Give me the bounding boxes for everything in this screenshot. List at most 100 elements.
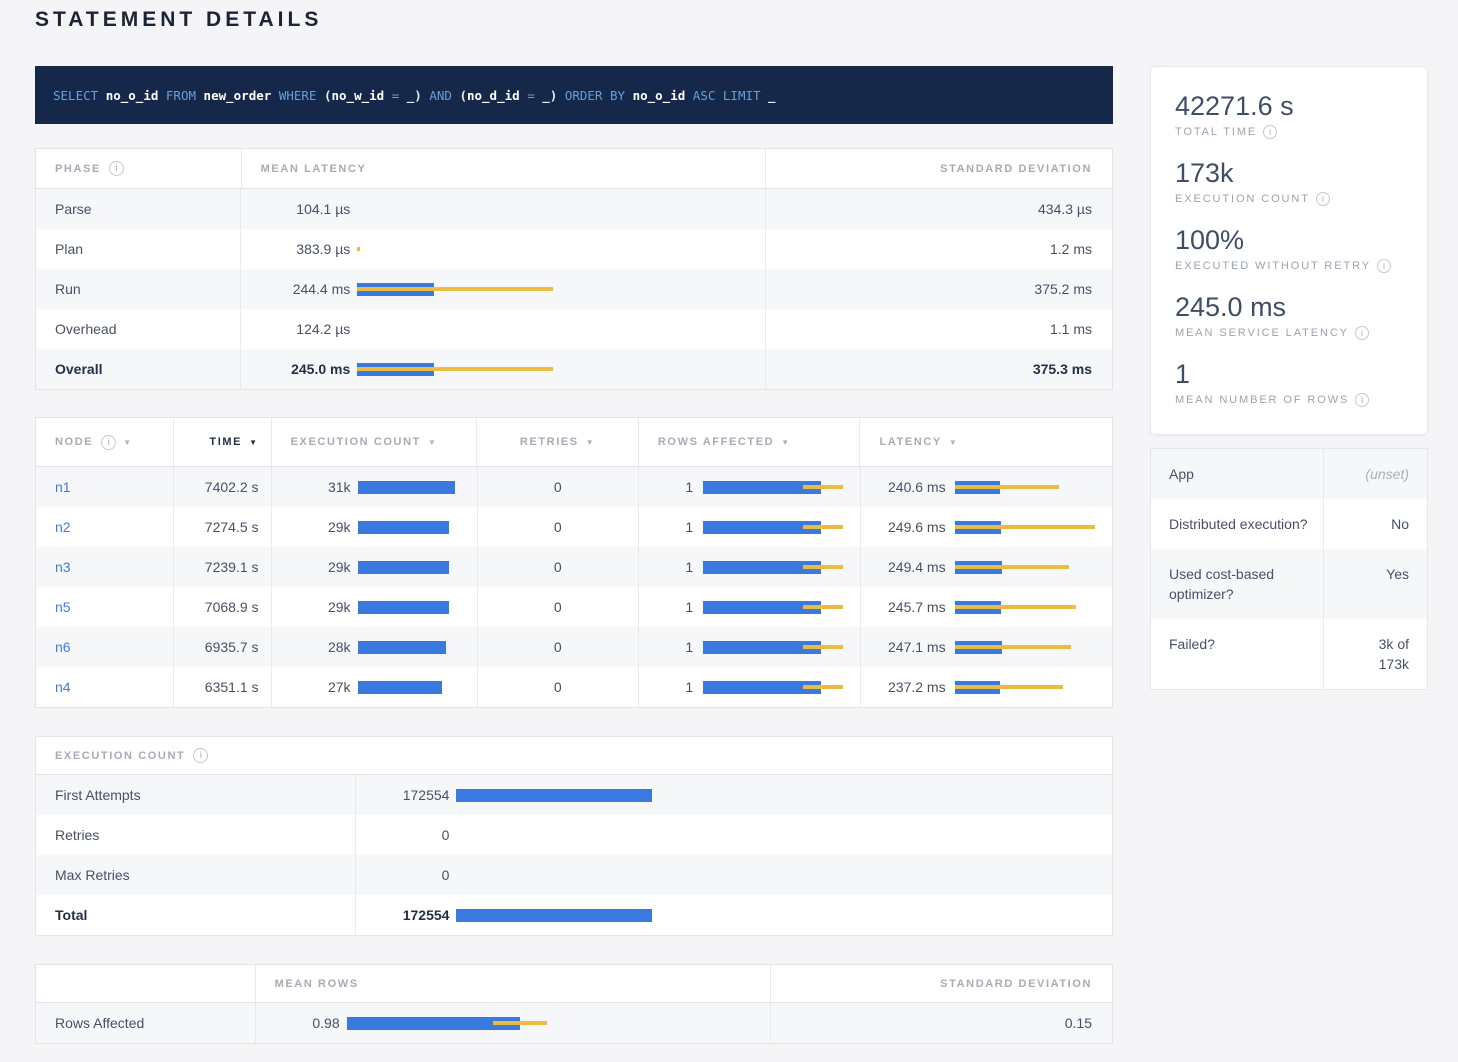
exec-row-value: 0 (356, 827, 449, 843)
time-header-cell[interactable]: TIME ▼ (173, 418, 271, 467)
rows-affected-header-label: ROWS AFFECTED (658, 436, 774, 448)
std-dev-header-cell: STANDARD DEVIATION (765, 149, 1112, 189)
latency-bar (357, 243, 777, 256)
latency-header-cell[interactable]: LATENCY ▼ (859, 418, 1112, 467)
table-row: First Attempts 172554 (36, 775, 1112, 815)
table-row: n37239.1 s29k01249.4 ms (36, 547, 1112, 587)
execution-count-bar (358, 561, 488, 574)
sql-token: no_d_id (467, 88, 520, 103)
stat-value: 42271.6 s (1175, 91, 1403, 122)
retries-header-cell[interactable]: RETRIES ▼ (476, 418, 638, 467)
rows-affected-bar (703, 641, 853, 654)
sql-token: _ (768, 88, 776, 103)
rows-affected-bar (703, 521, 853, 534)
rows-affected-header-cell[interactable]: ROWS AFFECTED ▼ (638, 418, 860, 467)
mean-rows-header-label: MEAN ROWS (275, 978, 359, 990)
node-link[interactable]: n1 (55, 479, 71, 495)
table-row: Run 244.4 ms 375.2 ms (36, 269, 1112, 309)
latency-value: 245.7 ms (861, 599, 946, 615)
phase-label: Run (36, 269, 240, 309)
execution-count-value: 31k (291, 479, 351, 495)
stat-label: EXECUTION COUNT (1175, 193, 1310, 205)
mean-latency-header-cell: MEAN LATENCY (241, 149, 765, 189)
stat-label: TOTAL TIME (1175, 126, 1257, 138)
rows-affected-bar (703, 601, 853, 614)
exec-row-label: First Attempts (36, 775, 355, 815)
node-link[interactable]: n6 (55, 639, 71, 655)
stat-total-time: 42271.6 s TOTAL TIME i (1175, 91, 1403, 139)
property-row-app: App (unset) (1151, 449, 1427, 499)
latency-bar (357, 363, 777, 376)
stat-label: MEAN NUMBER OF ROWS (1175, 394, 1349, 406)
sql-token: _) (542, 88, 565, 103)
execution-count-value: 29k (291, 599, 351, 615)
time-value: 6935.7 s (173, 627, 271, 667)
info-icon[interactable]: i (1316, 192, 1330, 206)
stat-value: 245.0 ms (1175, 292, 1403, 323)
stat-label: MEAN SERVICE LATENCY (1175, 327, 1349, 339)
table-row: n27274.5 s29k01249.6 ms (36, 507, 1112, 547)
rows-affected-value: 1 (639, 679, 693, 695)
info-icon[interactable]: i (193, 748, 208, 763)
time-value: 6351.1 s (173, 667, 271, 707)
latency-value: 247.1 ms (861, 639, 946, 655)
table-row: Total 172554 (36, 895, 1112, 935)
sort-arrow-icon[interactable]: ▼ (586, 438, 596, 447)
count-bar (456, 789, 1096, 802)
sort-arrow-icon[interactable]: ▼ (428, 438, 438, 447)
execution-count-header-cell[interactable]: EXECUTION COUNT ▼ (271, 418, 477, 467)
property-value: Yes (1386, 564, 1409, 584)
sort-arrow-icon[interactable]: ▼ (249, 438, 259, 447)
info-icon[interactable]: i (1355, 326, 1369, 340)
sql-token: SELECT (53, 88, 106, 103)
node-link[interactable]: n5 (55, 599, 71, 615)
node-header-cell[interactable]: NODE i ▼ (36, 418, 173, 467)
retries-value: 0 (477, 667, 639, 707)
latency-bar (955, 481, 1105, 494)
node-statistics-table: NODE i ▼ TIME ▼ EXECUTION COUNT ▼ RETRIE… (35, 417, 1113, 708)
phase-header-label: PHASE (55, 163, 101, 175)
node-link[interactable]: n3 (55, 559, 71, 575)
rows-affected-bar (703, 561, 853, 574)
info-icon[interactable]: i (109, 161, 124, 176)
std-dev-header-label: STANDARD DEVIATION (940, 978, 1092, 990)
table-row: n66935.7 s28k01247.1 ms (36, 627, 1112, 667)
latency-value: 237.2 ms (861, 679, 946, 695)
time-value: 7402.2 s (173, 467, 271, 507)
latency-bar (955, 561, 1105, 574)
property-label: Used cost-based optimizer? (1151, 549, 1323, 619)
summary-sidebar: 42271.6 s TOTAL TIMEi 173k EXECUTION COU… (1150, 66, 1428, 690)
std-dev-value: 0.15 (770, 1003, 1112, 1043)
std-dev-value: 1.1 ms (765, 309, 1112, 349)
sort-arrow-icon[interactable]: ▼ (949, 438, 959, 447)
info-icon[interactable]: i (1263, 125, 1277, 139)
sql-token: no_w_id (332, 88, 385, 103)
table-row: Overhead 124.2 µs 1.1 ms (36, 309, 1112, 349)
mean-rows-value: 0.98 (256, 1015, 340, 1031)
exec-row-label: Total (36, 895, 355, 935)
sort-arrow-icon[interactable]: ▼ (781, 438, 791, 447)
mean-latency-value: 124.2 µs (260, 321, 350, 337)
latency-bar (357, 203, 777, 216)
phase-label: Parse (36, 189, 240, 229)
node-link[interactable]: n4 (55, 679, 71, 695)
mean-latency-value: 383.9 µs (260, 241, 350, 257)
sort-arrow-icon[interactable]: ▼ (123, 438, 133, 447)
time-header-label: TIME (209, 436, 242, 448)
stat-label: EXECUTED WITHOUT RETRY (1175, 260, 1371, 272)
table-row: n46351.1 s27k01237.2 ms (36, 667, 1112, 707)
info-icon[interactable]: i (1355, 393, 1369, 407)
sql-token: ORDER BY (565, 88, 633, 103)
node-link[interactable]: n2 (55, 519, 71, 535)
info-icon[interactable]: i (1377, 259, 1391, 273)
execution-count-value: 28k (291, 639, 351, 655)
count-bar (456, 869, 1096, 882)
rows-affected-value: 1 (639, 639, 693, 655)
table-row: Overall 245.0 ms 375.3 ms (36, 349, 1112, 389)
stat-value: 1 (1175, 359, 1403, 390)
mean-latency-value: 244.4 ms (260, 281, 350, 297)
info-icon[interactable]: i (101, 435, 116, 450)
page-title: STATEMENT DETAILS (35, 8, 1428, 32)
rows-affected-value: 1 (639, 599, 693, 615)
sql-statement-text: SELECT no_o_id FROM new_order WHERE (no_… (53, 88, 776, 103)
